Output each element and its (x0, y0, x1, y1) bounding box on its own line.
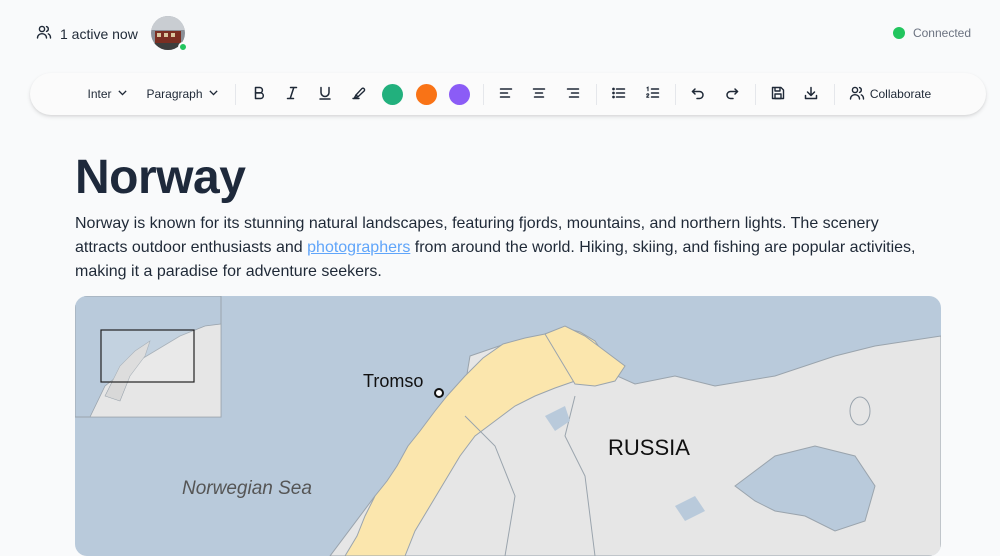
align-left-button[interactable] (495, 73, 517, 115)
redo-button[interactable] (721, 73, 743, 115)
text-color-swatch-green[interactable] (382, 84, 403, 105)
document-paragraph[interactable]: Norway is known for its stunning natural… (75, 212, 925, 284)
connection-status-text: Connected (912, 26, 971, 40)
font-family-dropdown[interactable]: Inter (86, 73, 130, 115)
document-title[interactable]: Norway (75, 150, 246, 205)
underline-button[interactable] (314, 73, 336, 115)
underline-icon (317, 85, 333, 104)
toolbar-divider (755, 84, 756, 105)
map-label-city: Tromso (363, 371, 424, 391)
map-label-country: RUSSIA (608, 435, 690, 460)
align-right-button[interactable] (562, 73, 584, 115)
undo-icon (690, 85, 706, 104)
font-family-label: Inter (87, 87, 112, 101)
bold-button[interactable] (248, 73, 270, 115)
active-users-text: 1 active now (60, 25, 138, 42)
redo-icon (724, 85, 740, 104)
collaborate-label: Collaborate (869, 87, 932, 101)
align-center-button[interactable] (528, 73, 550, 115)
block-type-label: Paragraph (146, 87, 203, 101)
bold-icon (251, 85, 267, 104)
editor-toolbar: Inter Paragraph Collaborate (30, 73, 986, 115)
online-status-dot (178, 42, 188, 52)
highlighter-icon (351, 85, 367, 104)
toolbar-divider (675, 84, 676, 105)
collaborate-button[interactable]: Collaborate (848, 73, 932, 115)
toolbar-divider (483, 84, 484, 105)
toolbar-divider (596, 84, 597, 105)
connection-status: Connected (892, 26, 971, 40)
map-label-sea: Norwegian Sea (182, 478, 312, 499)
download-button[interactable] (800, 73, 822, 115)
toolbar-divider (834, 84, 835, 105)
numbered-list-icon (645, 85, 661, 104)
italic-icon (284, 85, 300, 104)
undo-button[interactable] (687, 73, 709, 115)
norway-map-image: Tromso RUSSIA Norwegian Sea (75, 296, 941, 556)
chevron-down-icon (207, 86, 220, 102)
italic-button[interactable] (281, 73, 303, 115)
align-left-icon (498, 85, 514, 104)
align-right-icon (565, 85, 581, 104)
save-button[interactable] (767, 73, 789, 115)
users-icon (36, 24, 52, 43)
city-marker-icon (434, 388, 444, 398)
download-icon (803, 85, 819, 104)
users-icon (849, 85, 865, 104)
map-graphic (75, 296, 941, 556)
presence-indicator: 1 active now (36, 24, 138, 43)
bullet-list-button[interactable] (608, 73, 630, 115)
text-color-swatch-purple[interactable] (449, 84, 470, 105)
block-type-dropdown[interactable]: Paragraph (146, 73, 220, 115)
text-color-swatch-orange[interactable] (416, 84, 437, 105)
toolbar-divider (235, 84, 236, 105)
save-icon (770, 85, 786, 104)
photographers-link[interactable]: photographers (307, 239, 410, 256)
align-center-icon (531, 85, 547, 104)
highlight-button[interactable] (348, 73, 370, 115)
numbered-list-button[interactable] (642, 73, 664, 115)
bullet-list-icon (611, 85, 627, 104)
connection-status-dot (892, 27, 905, 39)
chevron-down-icon (116, 86, 129, 102)
top-bar: 1 active now Connected (0, 0, 1000, 66)
